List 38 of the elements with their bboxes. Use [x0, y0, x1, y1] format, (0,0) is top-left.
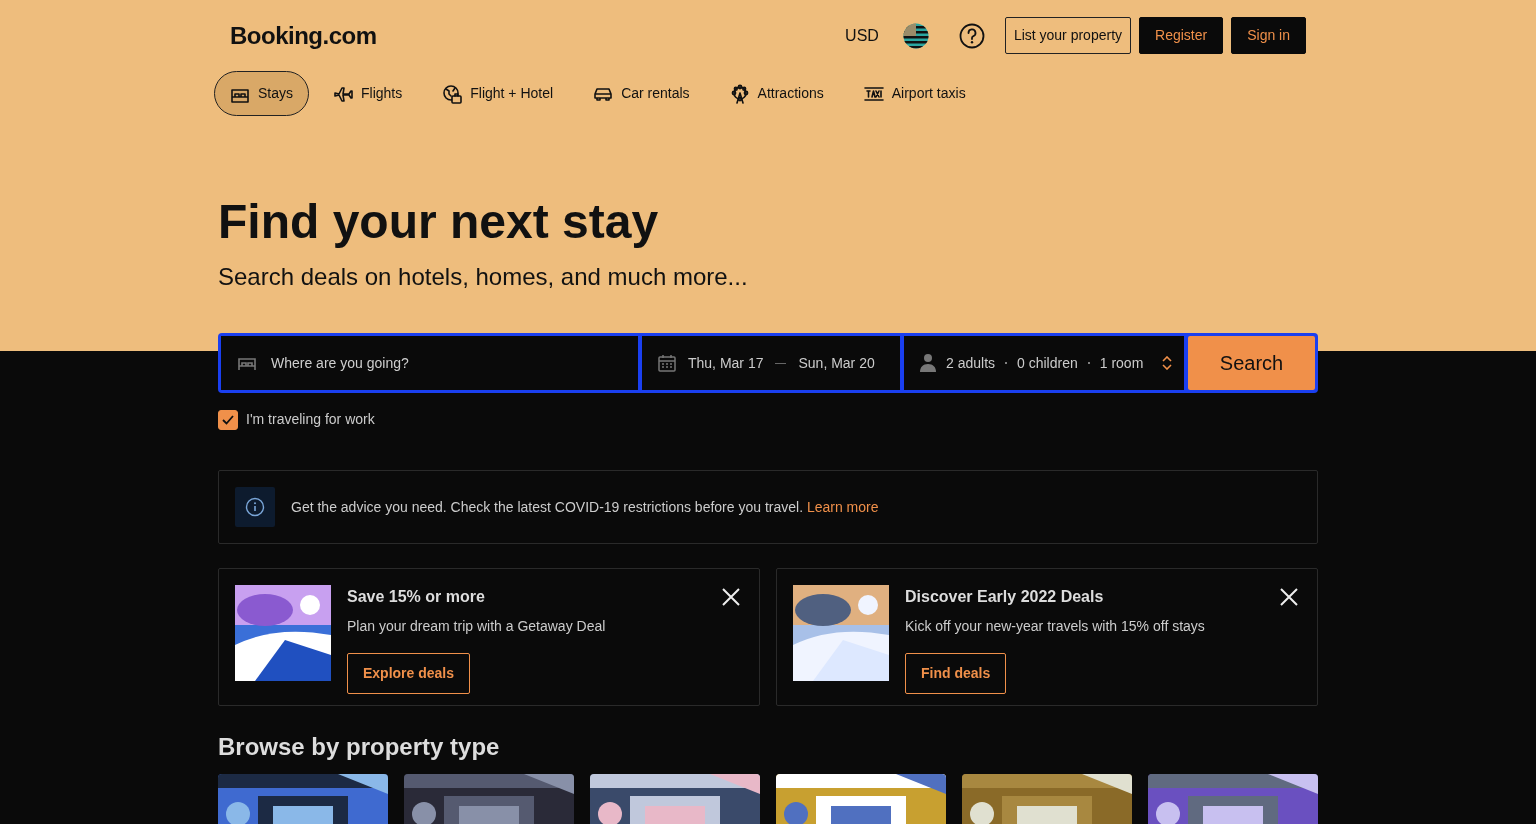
destination-input[interactable]: Where are you going? — [269, 351, 626, 375]
deal-button[interactable]: Find deals — [905, 653, 1007, 695]
register-button[interactable]: Register — [1139, 17, 1224, 54]
chevron-up-down-icon — [1162, 356, 1172, 371]
page-heading: Find your next stay — [218, 194, 660, 250]
nav-tab[interactable]: Attractions — [713, 71, 840, 116]
person-icon — [920, 353, 936, 374]
nav-tab[interactable]: Flight + Hotel — [426, 71, 570, 116]
deal-button[interactable]: Explore deals — [347, 653, 471, 695]
nav-tab[interactable]: Flights — [317, 71, 419, 116]
logo[interactable]: Booking.com — [230, 17, 377, 54]
ferris-wheel-icon — [729, 83, 750, 104]
calendar-icon — [658, 354, 676, 373]
search-button[interactable]: Search — [1188, 336, 1315, 391]
learn-more-link[interactable]: Learn more — [806, 498, 879, 515]
promo-text: Plan your dream trip with a Getaway Deal — [347, 617, 606, 637]
nav-tab[interactable]: Airport taxis — [847, 71, 982, 116]
checkbox[interactable] — [218, 409, 238, 430]
nav-tab[interactable]: Stays — [214, 71, 309, 116]
section-heading: Browse by property type — [218, 733, 501, 762]
date-field[interactable]: Thu, Mar 17 Sun, Mar 20 — [642, 336, 900, 391]
dash-icon — [775, 362, 787, 364]
checkbox-label[interactable]: I'm traveling for work — [246, 409, 375, 431]
currency-selector[interactable]: USD — [845, 23, 879, 48]
guests-field[interactable]: 2 adults 0 children 1 room — [904, 336, 1184, 391]
help-icon[interactable] — [958, 22, 985, 49]
page-subheading: Search deals on hotels, homes, and much more... — [218, 262, 749, 293]
list-property-button[interactable]: List your property — [1004, 17, 1132, 54]
promo-text: Kick off your new-year travels with 15% off stays — [905, 617, 1205, 637]
destination-field[interactable]: Where are you going? — [221, 336, 638, 391]
notice-text: Get the advice you need. Check the latest COVID-19 restrictions before you travel. Learn more — [291, 497, 879, 517]
promo-title: Discover Early 2022 Deals — [905, 587, 1104, 607]
globe-suitcase-icon — [442, 83, 463, 104]
promo-title: Save 15% or more — [347, 587, 485, 607]
flag-icon[interactable] — [902, 22, 929, 49]
sign-in-button[interactable]: Sign in — [1231, 17, 1306, 54]
nav-tab[interactable]: Car rentals — [577, 71, 706, 116]
info-icon — [235, 487, 275, 528]
